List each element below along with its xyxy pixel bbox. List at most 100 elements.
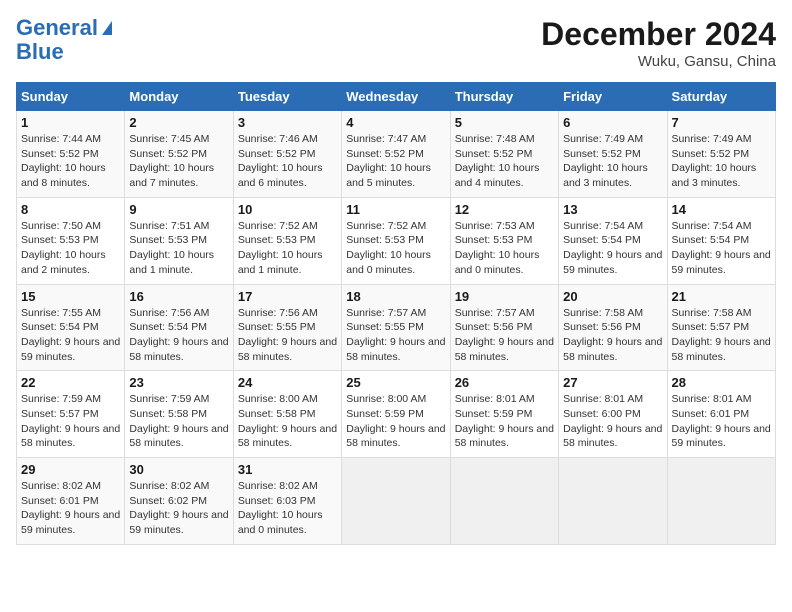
calendar-cell: 29Sunrise: 8:02 AMSunset: 6:01 PMDayligh… <box>17 458 125 545</box>
calendar-week-row: 8Sunrise: 7:50 AMSunset: 5:53 PMDaylight… <box>17 197 776 284</box>
day-number: 10 <box>238 202 337 217</box>
day-info: Sunrise: 8:00 AMSunset: 5:59 PMDaylight:… <box>346 392 445 451</box>
day-info: Sunrise: 8:02 AMSunset: 6:02 PMDaylight:… <box>129 479 228 538</box>
day-info: Sunrise: 7:56 AMSunset: 5:54 PMDaylight:… <box>129 306 228 365</box>
weekday-header: Tuesday <box>233 83 341 111</box>
calendar-cell: 31 Sunrise: 8:02 AMSunset: 6:03 PMDayligh… <box>233 458 341 545</box>
title-block: December 2024 Wuku, Gansu, China <box>541 16 776 70</box>
calendar-cell: 20 Sunrise: 7:58 AMSunset: 5:56 PMDayligh… <box>559 284 667 371</box>
weekday-header: Sunday <box>17 83 125 111</box>
calendar-cell: 4 Sunrise: 7:47 AMSunset: 5:52 PMDaylight… <box>342 111 450 198</box>
day-number: 20 <box>563 289 662 304</box>
calendar-cell: 22Sunrise: 7:59 AMSunset: 5:57 PMDayligh… <box>17 371 125 458</box>
calendar-cell <box>450 458 558 545</box>
calendar-cell: 16 Sunrise: 7:56 AMSunset: 5:54 PMDayligh… <box>125 284 233 371</box>
calendar-cell: 12 Sunrise: 7:53 AMSunset: 5:53 PMDayligh… <box>450 197 558 284</box>
day-info: Sunrise: 7:57 AMSunset: 5:56 PMDaylight:… <box>455 306 554 365</box>
logo: General Blue <box>16 16 112 64</box>
day-number: 7 <box>672 115 771 130</box>
month-title: December 2024 <box>541 16 776 53</box>
day-number: 5 <box>455 115 554 130</box>
day-info: Sunrise: 7:52 AMSunset: 5:53 PMDaylight:… <box>346 219 445 278</box>
calendar-cell: 23Sunrise: 7:59 AMSunset: 5:58 PMDayligh… <box>125 371 233 458</box>
day-number: 2 <box>129 115 228 130</box>
day-info: Sunrise: 7:52 AMSunset: 5:53 PMDaylight:… <box>238 219 337 278</box>
day-info: Sunrise: 7:49 AMSunset: 5:52 PMDaylight:… <box>563 132 662 191</box>
day-number: 31 <box>238 462 337 477</box>
weekday-header: Wednesday <box>342 83 450 111</box>
day-number: 6 <box>563 115 662 130</box>
calendar-cell: 21Sunrise: 7:58 AMSunset: 5:57 PMDayligh… <box>667 284 775 371</box>
page-header: General Blue December 2024 Wuku, Gansu, … <box>16 16 776 70</box>
weekday-header: Saturday <box>667 83 775 111</box>
day-info: Sunrise: 8:01 AMSunset: 6:01 PMDaylight:… <box>672 392 771 451</box>
calendar-table: SundayMondayTuesdayWednesdayThursdayFrid… <box>16 82 776 545</box>
calendar-cell: 13 Sunrise: 7:54 AMSunset: 5:54 PMDayligh… <box>559 197 667 284</box>
day-info: Sunrise: 8:00 AMSunset: 5:58 PMDaylight:… <box>238 392 337 451</box>
calendar-cell: 9 Sunrise: 7:51 AMSunset: 5:53 PMDaylight… <box>125 197 233 284</box>
day-number: 28 <box>672 375 771 390</box>
day-number: 13 <box>563 202 662 217</box>
calendar-cell: 27Sunrise: 8:01 AMSunset: 6:00 PMDayligh… <box>559 371 667 458</box>
logo-icon <box>102 21 112 35</box>
calendar-cell: 19 Sunrise: 7:57 AMSunset: 5:56 PMDayligh… <box>450 284 558 371</box>
day-info: Sunrise: 7:44 AMSunset: 5:52 PMDaylight:… <box>21 132 120 191</box>
day-number: 26 <box>455 375 554 390</box>
calendar-cell: 24 Sunrise: 8:00 AMSunset: 5:58 PMDayligh… <box>233 371 341 458</box>
day-info: Sunrise: 8:02 AMSunset: 6:03 PMDaylight:… <box>238 479 337 538</box>
day-number: 9 <box>129 202 228 217</box>
day-info: Sunrise: 7:53 AMSunset: 5:53 PMDaylight:… <box>455 219 554 278</box>
day-number: 22 <box>21 375 120 390</box>
calendar-cell: 17 Sunrise: 7:56 AMSunset: 5:55 PMDayligh… <box>233 284 341 371</box>
day-info: Sunrise: 7:58 AMSunset: 5:56 PMDaylight:… <box>563 306 662 365</box>
calendar-cell: 1 Sunrise: 7:44 AMSunset: 5:52 PMDaylight… <box>17 111 125 198</box>
calendar-cell: 10 Sunrise: 7:52 AMSunset: 5:53 PMDayligh… <box>233 197 341 284</box>
calendar-week-row: 1 Sunrise: 7:44 AMSunset: 5:52 PMDaylight… <box>17 111 776 198</box>
calendar-cell <box>559 458 667 545</box>
day-info: Sunrise: 7:51 AMSunset: 5:53 PMDaylight:… <box>129 219 228 278</box>
calendar-cell: 15 Sunrise: 7:55 AMSunset: 5:54 PMDayligh… <box>17 284 125 371</box>
weekday-header: Friday <box>559 83 667 111</box>
day-info: Sunrise: 7:45 AMSunset: 5:52 PMDaylight:… <box>129 132 228 191</box>
calendar-cell <box>667 458 775 545</box>
calendar-cell: 8Sunrise: 7:50 AMSunset: 5:53 PMDaylight… <box>17 197 125 284</box>
day-info: Sunrise: 7:55 AMSunset: 5:54 PMDaylight:… <box>21 306 120 365</box>
day-number: 11 <box>346 202 445 217</box>
day-number: 17 <box>238 289 337 304</box>
calendar-cell: 2 Sunrise: 7:45 AMSunset: 5:52 PMDaylight… <box>125 111 233 198</box>
day-number: 1 <box>21 115 120 130</box>
day-number: 19 <box>455 289 554 304</box>
day-info: Sunrise: 7:47 AMSunset: 5:52 PMDaylight:… <box>346 132 445 191</box>
calendar-week-row: 15 Sunrise: 7:55 AMSunset: 5:54 PMDayligh… <box>17 284 776 371</box>
day-number: 24 <box>238 375 337 390</box>
day-info: Sunrise: 7:54 AMSunset: 5:54 PMDaylight:… <box>563 219 662 278</box>
calendar-cell: 11 Sunrise: 7:52 AMSunset: 5:53 PMDayligh… <box>342 197 450 284</box>
day-number: 14 <box>672 202 771 217</box>
day-info: Sunrise: 7:59 AMSunset: 5:58 PMDaylight:… <box>129 392 228 451</box>
calendar-cell: 3 Sunrise: 7:46 AMSunset: 5:52 PMDaylight… <box>233 111 341 198</box>
day-number: 4 <box>346 115 445 130</box>
day-number: 30 <box>129 462 228 477</box>
calendar-cell: 28 Sunrise: 8:01 AMSunset: 6:01 PMDayligh… <box>667 371 775 458</box>
day-number: 15 <box>21 289 120 304</box>
day-info: Sunrise: 7:54 AMSunset: 5:54 PMDaylight:… <box>672 219 771 278</box>
calendar-cell: 26Sunrise: 8:01 AMSunset: 5:59 PMDayligh… <box>450 371 558 458</box>
calendar-cell: 5Sunrise: 7:48 AMSunset: 5:52 PMDaylight… <box>450 111 558 198</box>
weekday-header: Thursday <box>450 83 558 111</box>
calendar-week-row: 22Sunrise: 7:59 AMSunset: 5:57 PMDayligh… <box>17 371 776 458</box>
day-number: 12 <box>455 202 554 217</box>
day-info: Sunrise: 7:57 AMSunset: 5:55 PMDaylight:… <box>346 306 445 365</box>
calendar-cell: 18Sunrise: 7:57 AMSunset: 5:55 PMDayligh… <box>342 284 450 371</box>
calendar-cell: 6 Sunrise: 7:49 AMSunset: 5:52 PMDaylight… <box>559 111 667 198</box>
day-number: 25 <box>346 375 445 390</box>
day-number: 3 <box>238 115 337 130</box>
weekday-header-row: SundayMondayTuesdayWednesdayThursdayFrid… <box>17 83 776 111</box>
calendar-cell: 25 Sunrise: 8:00 AMSunset: 5:59 PMDayligh… <box>342 371 450 458</box>
calendar-cell: 14 Sunrise: 7:54 AMSunset: 5:54 PMDayligh… <box>667 197 775 284</box>
day-info: Sunrise: 7:56 AMSunset: 5:55 PMDaylight:… <box>238 306 337 365</box>
location: Wuku, Gansu, China <box>541 53 776 70</box>
day-info: Sunrise: 8:01 AMSunset: 6:00 PMDaylight:… <box>563 392 662 451</box>
day-info: Sunrise: 7:46 AMSunset: 5:52 PMDaylight:… <box>238 132 337 191</box>
day-number: 16 <box>129 289 228 304</box>
day-number: 29 <box>21 462 120 477</box>
